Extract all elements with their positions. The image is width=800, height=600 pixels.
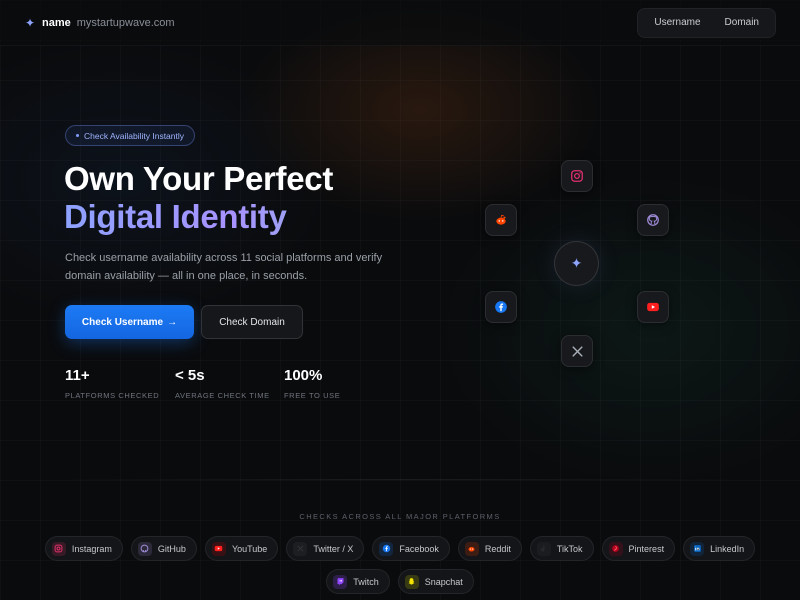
arrow-right-icon: → (167, 316, 178, 328)
platform-chip-youtube[interactable]: YouTube (204, 536, 279, 561)
stat-label: AVERAGE CHECK TIME (175, 391, 270, 400)
top-nav: Username Domain (637, 7, 776, 38)
reddit-icon (464, 541, 479, 556)
orbit-node-youtube (637, 291, 669, 323)
orbit-node-instagram (561, 160, 593, 192)
chip-label: Twitch (353, 576, 379, 587)
brand-domain: mystartupwave.com (76, 16, 175, 29)
chip-label: Twitter / X (313, 543, 354, 554)
instagram-icon (51, 541, 66, 556)
pinterest-icon (608, 541, 623, 556)
background-grid (0, 0, 800, 600)
chip-label: TikTok (556, 543, 583, 554)
chip-label: Instagram (71, 543, 112, 554)
stat-value: 100% (284, 367, 323, 384)
github-icon (137, 541, 152, 556)
brand-logo[interactable]: ✦ name mystartupwave.com (24, 16, 175, 30)
orbit-node-x (561, 335, 593, 367)
chip-label: YouTube (231, 543, 268, 554)
stat-value: < 5s (175, 367, 205, 384)
stat-free: 100% FREE TO USE (284, 367, 340, 400)
facebook-icon (495, 301, 507, 313)
stat-value: 11+ (65, 367, 90, 384)
platform-chip-instagram[interactable]: Instagram (44, 536, 123, 561)
brand-name: name (42, 16, 71, 29)
dot-icon (76, 134, 79, 137)
x-icon (571, 345, 583, 357)
stat-label: PLATFORMS CHECKED (65, 391, 160, 400)
stat-label: FREE TO USE (284, 391, 341, 400)
stat-platforms: 11+ PLATFORMS CHECKED (65, 367, 159, 400)
platform-list-row-2: Twitch Snapchat (0, 569, 800, 594)
youtube-icon (647, 302, 659, 312)
platform-chip-reddit[interactable]: Reddit (457, 536, 522, 561)
top-bar: ✦ name mystartupwave.com Username Domain (0, 0, 800, 46)
orbit-center: ✦ (554, 241, 599, 286)
youtube-icon (211, 541, 226, 556)
platform-chip-tiktok[interactable]: TikTok (529, 536, 594, 561)
instagram-icon (571, 170, 583, 182)
x-icon (293, 541, 308, 556)
hero-description: Check username availability across 11 so… (65, 252, 383, 282)
badge-label: Check Availability Instantly (84, 130, 185, 141)
sparkle-icon: ✦ (24, 15, 36, 30)
platform-chip-snapchat[interactable]: Snapchat (397, 569, 474, 594)
platform-chip-facebook[interactable]: Facebook (372, 536, 450, 561)
github-icon (647, 214, 659, 226)
page-title: Own Your Perfect Digital Identity (64, 160, 484, 236)
platform-chip-pinterest[interactable]: Pinterest (601, 536, 676, 561)
headline-line-1: Own Your Perfect (64, 160, 334, 197)
twitch-icon (333, 574, 348, 589)
nav-domain[interactable]: Domain (715, 11, 769, 34)
platform-chip-linkedin[interactable]: LinkedIn (683, 536, 756, 561)
chip-label: LinkedIn (710, 543, 745, 554)
chip-label: Facebook (399, 543, 439, 554)
chip-label: Reddit (484, 543, 511, 554)
chip-label: Pinterest (628, 543, 665, 554)
check-username-button[interactable]: Check Username → (65, 305, 194, 339)
headline-line-2: Digital Identity (64, 198, 484, 236)
page: ✦ name mystartupwave.com Username Domain… (0, 0, 800, 600)
section-divider (40, 479, 760, 480)
availability-badge: Check Availability Instantly (65, 125, 196, 146)
platform-chip-twitch[interactable]: Twitch (326, 569, 390, 594)
sparkle-icon: ✦ (570, 255, 583, 271)
reddit-icon (496, 214, 506, 225)
platform-chip-github[interactable]: GitHub (130, 536, 197, 561)
orbit-node-github (637, 204, 669, 236)
stat-check-time: < 5s AVERAGE CHECK TIME (175, 367, 270, 400)
chip-label: GitHub (157, 543, 186, 554)
platform-list-row-1: Instagram GitHub YouTube Twitter / X Fac… (0, 536, 800, 561)
chip-label: Snapchat (424, 576, 463, 587)
platform-chip-twitter[interactable]: Twitter / X (286, 536, 365, 561)
nav-username[interactable]: Username (644, 11, 710, 34)
check-username-label: Check Username (81, 316, 164, 328)
orbit-node-facebook (485, 291, 517, 323)
check-domain-button[interactable]: Check Domain (201, 305, 303, 339)
tiktok-icon (537, 542, 551, 556)
linkedin-icon (690, 541, 705, 556)
platforms-heading: CHECKS ACROSS ALL MAJOR PLATFORMS (299, 512, 501, 521)
facebook-icon (379, 541, 394, 556)
orbit-node-reddit (485, 204, 517, 236)
snapchat-icon (404, 574, 419, 589)
